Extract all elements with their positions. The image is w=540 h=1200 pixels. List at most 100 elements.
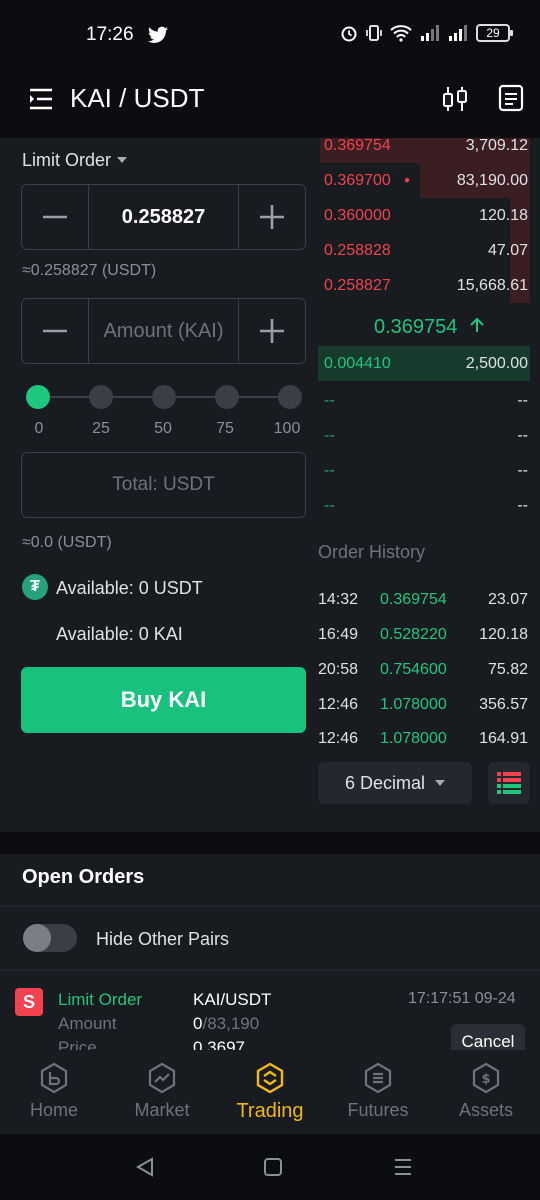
bid-qty: 2,500.00 [465,354,528,372]
ask-qty: 120.18 [479,206,528,224]
minus-icon [43,215,67,219]
bottom-nav: Home Market Trading Futures $ Assets [0,1050,540,1134]
price-input[interactable] [89,205,238,229]
history-qty: 356.57 [479,696,528,713]
assets-icon: $ [472,1062,500,1094]
history-time: 14:32 [318,591,359,608]
ask-row[interactable]: 0.369700 ● 83,190.00 [318,163,540,198]
recents-icon[interactable] [392,1156,414,1178]
candlestick-chart-icon[interactable] [440,84,470,114]
ask-price: 0.369754 [324,138,391,154]
decimal-label: 6 Decimal [344,772,426,793]
trading-panel: Limit Order ≈0.258827 (USDT) 0 25 [0,138,540,832]
nav-futures[interactable]: Futures [324,1050,432,1134]
nav-label: Market [134,1100,190,1120]
history-price: 0.528220 [380,626,447,643]
nav-label: Home [29,1100,78,1120]
orderbook-view-toggle[interactable] [488,762,530,804]
home-icon [40,1062,68,1094]
tether-icon: ₮ [22,574,48,600]
ask-row[interactable]: 0.258827 15,668.61 [318,268,540,303]
order-pair: KAI/USDT [193,990,272,1009]
order-history-title: Order History [318,542,426,562]
order-type-label: Limit Order [22,150,112,170]
amount-input[interactable] [89,319,238,343]
ask-row[interactable]: 0.369754 3,709.12 [318,138,540,163]
back-icon[interactable] [134,1156,156,1178]
nav-trading[interactable]: Trading [216,1050,324,1134]
history-qty: 23.07 [487,591,528,608]
last-price-value: 0.369754 [374,316,458,338]
price-stepper [21,184,306,250]
slider-step-75[interactable] [215,385,239,409]
history-time: 16:49 [318,626,359,643]
bid-row[interactable]: -- -- [318,383,540,418]
pair-title[interactable]: KAI / USDT [70,83,204,114]
order-type-selector[interactable]: Limit Order [22,150,128,171]
bid-row[interactable]: -- -- [318,418,540,453]
signal-icon-2 [449,25,467,41]
total-field[interactable]: Total: USDT [21,452,306,518]
arrow-up-icon [470,317,484,332]
history-row: 14:32 0.369754 23.07 [318,591,540,609]
hide-other-pairs-label: Hide Other Pairs [96,929,230,949]
history-price: 1.078000 [380,730,447,747]
ask-row[interactable]: 0.360000 120.18 [318,198,540,233]
bid-price: -- [324,426,335,444]
battery-indicator: 29 [476,24,513,42]
open-orders-title: Open Orders [22,866,145,888]
ask-row[interactable]: 0.258828 47.07 [318,233,540,268]
history-row: 16:49 0.528220 120.18 [318,626,540,644]
my-order-dot-icon: ● [404,175,411,186]
slider-step-100[interactable] [278,385,302,409]
bid-qty: -- [517,496,528,514]
menu-icon[interactable] [28,86,54,112]
history-qty: 75.82 [487,661,528,678]
home-square-icon[interactable] [262,1156,284,1178]
decimal-selector[interactable]: 6 Decimal [318,762,472,804]
status-time: 17:26 [86,24,134,45]
nav-home[interactable]: Home [0,1050,108,1134]
twitter-icon [148,26,168,43]
bid-price: -- [324,391,335,409]
price-decrease-button[interactable] [22,185,88,249]
minus-icon [43,329,67,333]
open-orders-section: Open Orders Hide Other Pairs S Limit Ord… [0,854,540,1054]
bid-price: -- [324,496,335,514]
price-increase-button[interactable] [239,185,305,249]
nav-assets[interactable]: $ Assets [432,1050,540,1134]
plus-icon [260,319,284,343]
history-row: 20:58 0.754600 75.82 [318,661,540,679]
caret-down-icon [435,780,446,786]
ask-price: 0.258827 [324,276,391,294]
bid-qty: -- [517,426,528,444]
bid-row[interactable]: -- -- [318,488,540,523]
nav-label: Assets [458,1100,514,1120]
slider-step-25[interactable] [89,385,113,409]
ask-qty: 15,668.61 [456,276,528,294]
buy-button[interactable]: Buy KAI [21,667,306,733]
bid-row[interactable]: 0.004410 2,500.00 [318,346,540,381]
last-price: 0.369754 [374,316,485,339]
slider-step-50[interactable] [152,385,176,409]
order-amount: 0/83,190 [193,1014,259,1034]
amount-increase-button[interactable] [239,299,305,363]
slider-step-0[interactable] [26,385,50,409]
status-bar: 17:26 29 [0,0,540,70]
amount-stepper [21,298,306,364]
bid-price: -- [324,461,335,479]
amount-slider[interactable]: 0 25 50 75 100 [26,384,302,437]
caret-down-icon [117,157,128,163]
nav-market[interactable]: Market [108,1050,216,1134]
ask-qty: 83,190.00 [456,171,528,189]
sell-side-badge: S [15,988,43,1016]
vibrate-icon [366,25,382,41]
document-icon[interactable] [498,84,524,112]
hide-other-pairs-toggle[interactable] [23,924,77,952]
bid-row[interactable]: -- -- [318,453,540,488]
amount-decrease-button[interactable] [22,299,88,363]
trading-icon [256,1062,284,1094]
history-qty: 120.18 [479,626,528,643]
order-time: 17:17:51 09-24 [408,990,516,1007]
history-time: 12:46 [318,730,359,747]
